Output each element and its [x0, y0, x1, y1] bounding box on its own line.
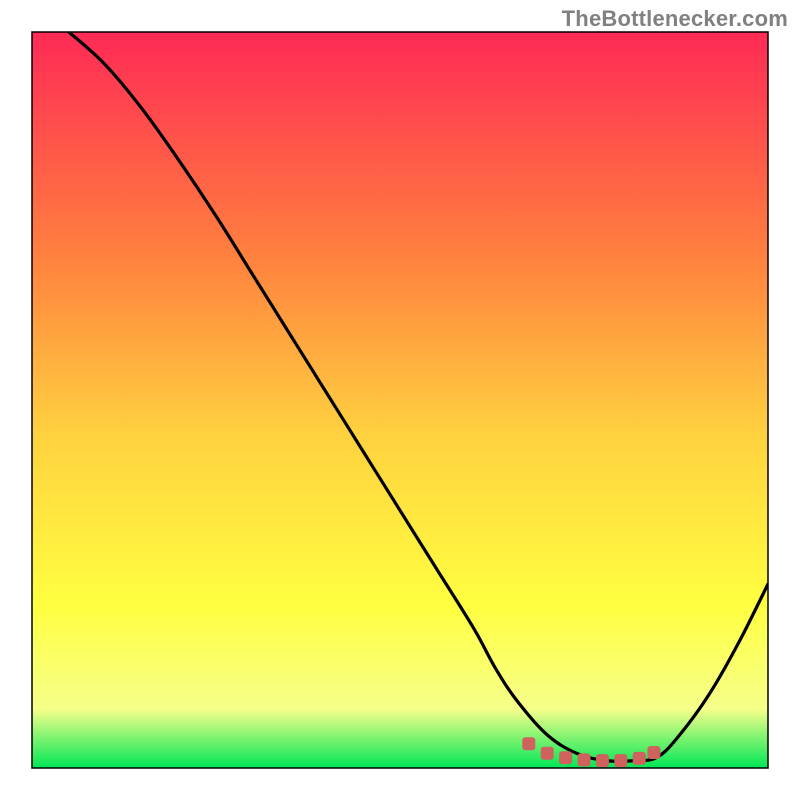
optimal-marker [633, 752, 646, 765]
bottleneck-chart [0, 0, 800, 800]
optimal-marker [578, 753, 591, 766]
plot-background [32, 32, 768, 768]
optimal-marker [541, 747, 554, 760]
chart-container: TheBottlenecker.com [0, 0, 800, 800]
optimal-marker [647, 746, 660, 759]
optimal-marker [596, 754, 609, 767]
optimal-marker [522, 737, 535, 750]
optimal-marker [614, 754, 627, 767]
optimal-marker [559, 751, 572, 764]
watermark-text: TheBottlenecker.com [562, 6, 788, 32]
